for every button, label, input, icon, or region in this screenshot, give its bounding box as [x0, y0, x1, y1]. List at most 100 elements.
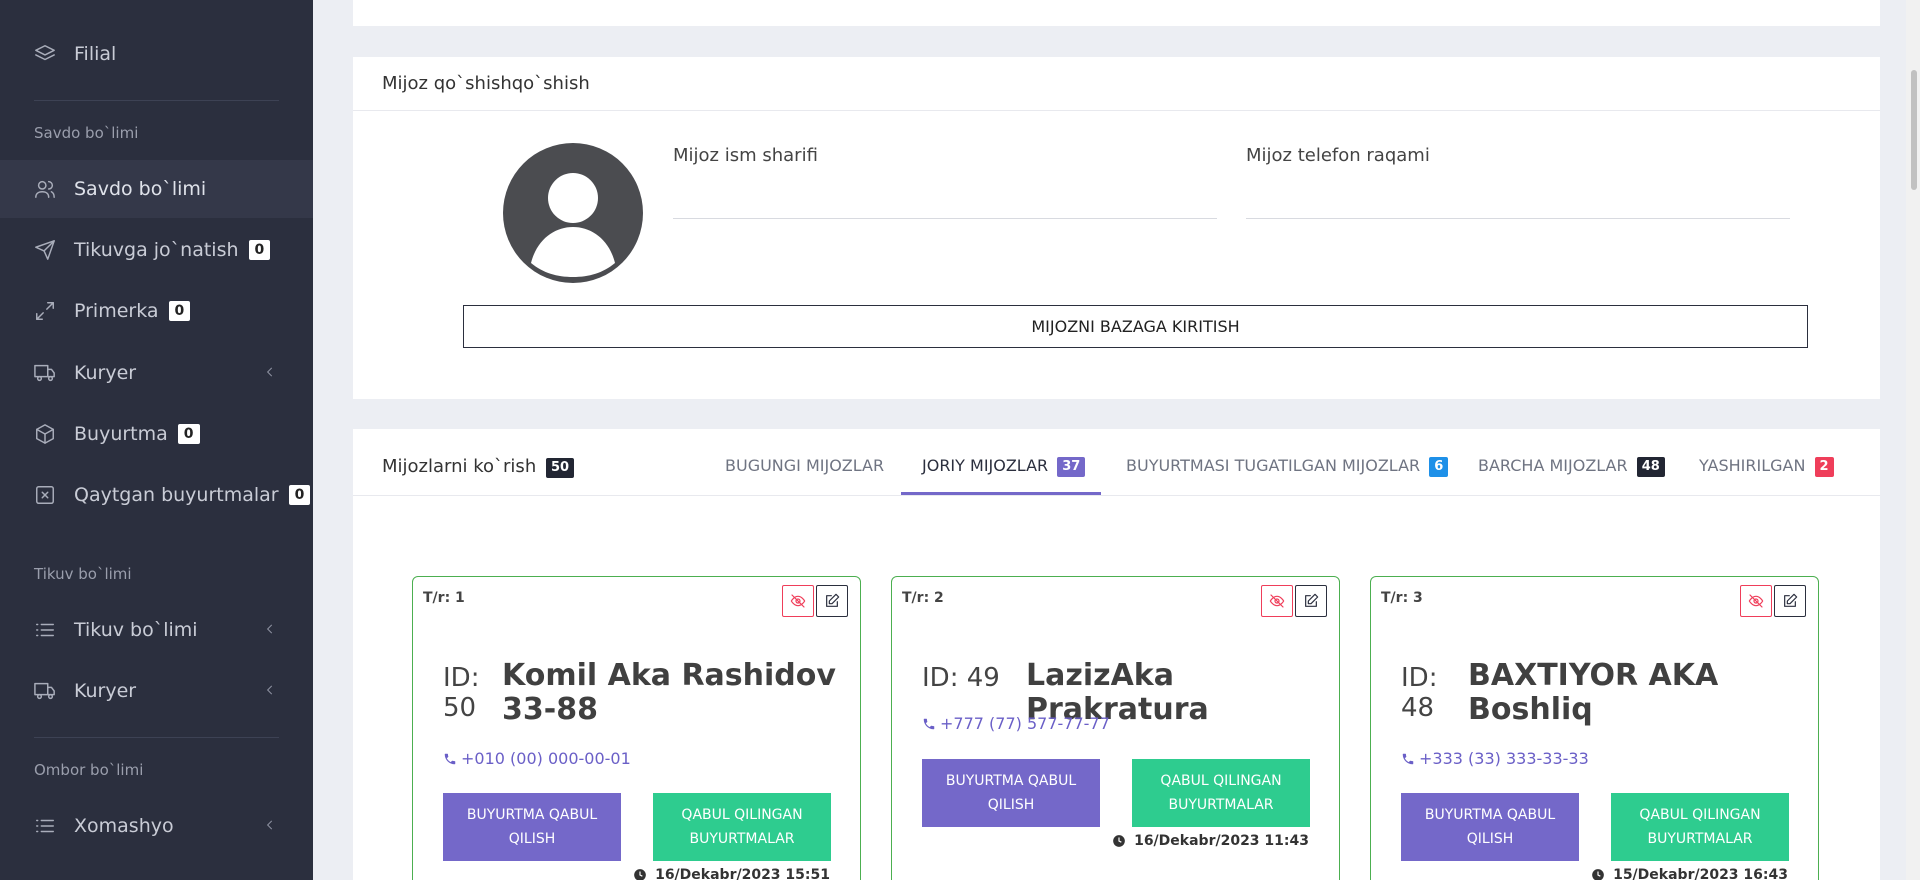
- card-row-number: T/r: 1: [423, 590, 465, 606]
- client-name: BAXTIYOR AKA Boshliq: [1468, 658, 1719, 727]
- client-name: Komil Aka Rashidov 33-88: [502, 658, 836, 727]
- card-date: 16/Dekabr/2023 11:43: [1112, 833, 1309, 849]
- name-field[interactable]: [673, 177, 1217, 219]
- client-card: T/r: 3 ID: 48 BAXTIYOR AKA Boshliq +333 (…: [1370, 576, 1819, 880]
- client-id-label: ID:: [443, 663, 480, 693]
- sidebar-item-kuryer-2[interactable]: Kuryer: [0, 662, 313, 720]
- phone-field[interactable]: [1246, 177, 1790, 219]
- accept-order-button[interactable]: BUYURTMA QABUL QILISH: [922, 759, 1100, 827]
- layers-icon: [34, 43, 56, 65]
- add-client-button[interactable]: MIJOZNI BAZAGA KIRITISH: [463, 305, 1808, 348]
- phone-icon: [923, 718, 935, 729]
- sidebar: Filial Savdo bo`limi Savdo bo`limi Tikuv…: [0, 0, 313, 880]
- hide-button[interactable]: [1261, 585, 1293, 617]
- edit-icon: [1305, 593, 1319, 607]
- avatar-icon: [503, 143, 643, 283]
- list-icon: [34, 619, 56, 641]
- chevron-left-icon: [263, 619, 277, 641]
- card-date-text: 15/Dekabr/2023 16:43: [1613, 867, 1788, 880]
- count-badge: 0: [177, 424, 200, 444]
- list-title-text: Mijozlarni ko`rish: [382, 456, 537, 477]
- client-phone[interactable]: +010 (00) 000-00-01: [443, 749, 631, 768]
- sidebar-item-xomashyo[interactable]: Xomashyo: [0, 797, 313, 855]
- clock-icon: [634, 869, 646, 880]
- client-card: T/r: 1 ID: 50 Komil Aka Rashidov 33-88 +0…: [412, 576, 861, 880]
- count-badge: 6: [1429, 457, 1449, 477]
- client-phone-text: +010 (00) 000-00-01: [461, 749, 631, 768]
- truck-icon: [34, 362, 56, 384]
- received-orders-button[interactable]: QABUL QILINGAN BUYURTMALAR: [1132, 759, 1310, 827]
- sidebar-item-label: Savdo bo`limi: [74, 178, 207, 200]
- edit-icon: [826, 593, 840, 607]
- tab-barcha[interactable]: BARCHA MIJOZLAR 48: [1478, 456, 1665, 477]
- edit-button[interactable]: [1295, 585, 1327, 617]
- received-orders-button[interactable]: QABUL QILINGAN BUYURTMALAR: [653, 793, 831, 861]
- tab-joriy[interactable]: JORIY MIJOZLAR 37: [922, 456, 1086, 477]
- eye-off-icon: [1748, 594, 1764, 608]
- edit-button[interactable]: [1774, 585, 1806, 617]
- client-id-label: ID:: [922, 663, 959, 693]
- hide-button[interactable]: [1740, 585, 1772, 617]
- sidebar-item-label: Primerka: [74, 300, 159, 322]
- card-row-number: T/r: 2: [902, 590, 944, 606]
- send-icon: [34, 239, 56, 261]
- users-icon: [34, 178, 56, 200]
- sidebar-section-heading: Ombor bo`limi: [34, 761, 144, 779]
- card-row-number: T/r: 3: [1381, 590, 1423, 606]
- sidebar-item-qaytgan-buyurtmalar[interactable]: Qaytgan buyurtmalar 0: [0, 466, 313, 524]
- client-id: ID: 50: [443, 663, 503, 723]
- name-field-underline: [673, 218, 1217, 219]
- sidebar-item-filial[interactable]: Filial: [0, 25, 313, 83]
- tab-yashirilgan[interactable]: YASHIRILGAN 2: [1699, 456, 1834, 477]
- phone-field-underline: [1246, 218, 1790, 219]
- count-badge: 37: [1057, 457, 1086, 477]
- card-date: 16/Dekabr/2023 15:51: [633, 867, 830, 880]
- page-scrollbar[interactable]: [1906, 0, 1920, 880]
- active-tab-indicator: [901, 492, 1101, 495]
- sidebar-divider: [34, 737, 279, 738]
- name-field-label: Mijoz ism sharifi: [673, 145, 818, 166]
- truck-icon: [34, 680, 56, 702]
- list-title: Mijozlarni ko`rish 50: [382, 456, 575, 478]
- list-icon: [34, 815, 56, 837]
- tab-label: BUGUNGI MIJOZLAR: [725, 456, 885, 475]
- accept-order-button[interactable]: BUYURTMA QABUL QILISH: [443, 793, 621, 861]
- tab-label: BARCHA MIJOZLAR: [1478, 456, 1628, 475]
- client-id: ID: 49: [922, 663, 1032, 693]
- count-badge: 0: [288, 485, 311, 505]
- client-phone[interactable]: +333 (33) 333-33-33: [1401, 749, 1589, 768]
- sidebar-item-savdo[interactable]: Savdo bo`limi: [0, 160, 313, 218]
- hide-button[interactable]: [782, 585, 814, 617]
- tab-bugungi[interactable]: BUGUNGI MIJOZLAR: [725, 456, 884, 475]
- x-square-icon: [34, 484, 56, 506]
- sidebar-item-label: Tikuvga jo`natish: [74, 239, 239, 261]
- sidebar-item-buyurtma[interactable]: Buyurtma 0: [0, 405, 313, 463]
- client-id-value: 48: [1401, 693, 1435, 723]
- clock-icon: [1113, 835, 1125, 847]
- client-phone[interactable]: +777 (77) 577-77-77: [922, 714, 1110, 733]
- tab-buyurtmasi-tugatilgan[interactable]: BUYURTMASI TUGATILGAN MIJOZLAR 6: [1126, 456, 1449, 477]
- sidebar-item-label: Kuryer: [74, 680, 137, 702]
- sidebar-item-tikuv-bolimi[interactable]: Tikuv bo`limi: [0, 601, 313, 659]
- sidebar-section-heading: Savdo bo`limi: [34, 124, 139, 142]
- chevron-left-icon: [263, 362, 277, 384]
- sidebar-divider: [34, 100, 279, 101]
- sidebar-item-label: Buyurtma: [74, 423, 168, 445]
- count-badge: 0: [248, 240, 271, 260]
- card-date-text: 16/Dekabr/2023 11:43: [1134, 833, 1309, 849]
- box-icon: [34, 423, 56, 445]
- received-orders-button[interactable]: QABUL QILINGAN BUYURTMALAR: [1611, 793, 1789, 861]
- add-client-panel: Mijoz qo`shishqo`shish Mijoz ism sharifi…: [353, 57, 1880, 399]
- client-card: T/r: 2 ID: 49 LazizAka Prakratura +777 (…: [891, 576, 1340, 880]
- client-id-value: 49: [966, 663, 1000, 693]
- scrollbar-thumb[interactable]: [1911, 70, 1917, 190]
- count-badge: 48: [1636, 457, 1665, 477]
- accept-order-button[interactable]: BUYURTMA QABUL QILISH: [1401, 793, 1579, 861]
- card-date-text: 16/Dekabr/2023 15:51: [655, 867, 830, 880]
- sidebar-item-tikuvga-jonatish[interactable]: Tikuvga jo`natish 0: [0, 221, 313, 279]
- sidebar-item-primerka[interactable]: Primerka 0: [0, 282, 313, 340]
- panel-title: Mijoz qo`shishqo`shish: [353, 57, 1880, 111]
- edit-button[interactable]: [816, 585, 848, 617]
- sidebar-item-kuryer[interactable]: Kuryer: [0, 344, 313, 402]
- client-id-value: 50: [443, 693, 477, 723]
